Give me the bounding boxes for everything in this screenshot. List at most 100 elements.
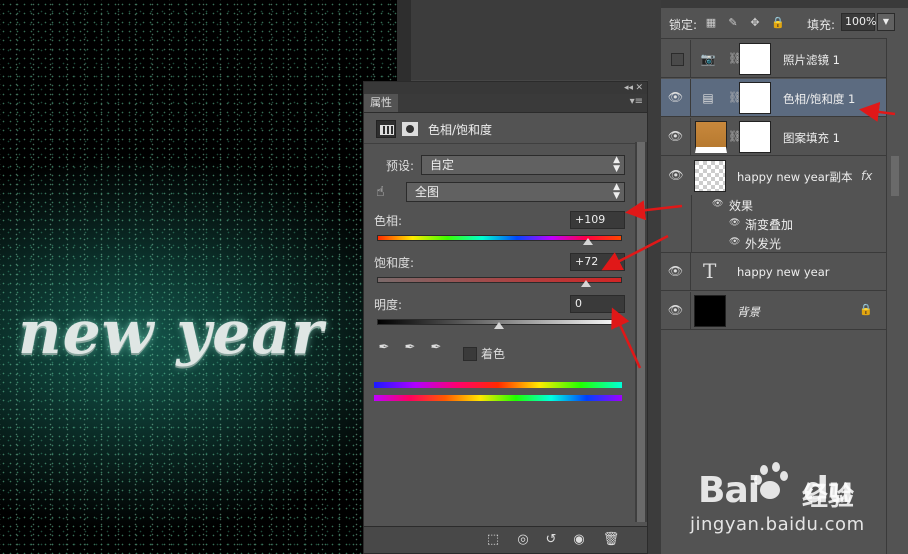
workspace-background (411, 0, 661, 80)
layer-name: 背景 (737, 305, 760, 319)
properties-panel: ◂◂ ✕ 属性 ▾≡ 色相/饱和度 预设: 自定 ▲ ▼ ☝ 全图 ▲ ▼ 色相: … (363, 81, 648, 554)
delete-icon[interactable]: 🗑 (602, 531, 620, 549)
paw-icon (754, 462, 788, 499)
fx-icon[interactable]: fx (861, 169, 872, 183)
preset-select-value: 自定 (430, 158, 455, 172)
properties-scrollbar[interactable] (635, 142, 647, 522)
hue-slider-thumb[interactable] (583, 238, 594, 245)
tab-properties[interactable]: 属性 (364, 94, 398, 112)
lightness-input[interactable]: 0 (570, 295, 625, 313)
layer-name: 图案填充 1 (783, 131, 840, 145)
layer-name: 色相/饱和度 1 (783, 92, 856, 106)
fill-input[interactable]: 100% (841, 13, 876, 31)
visibility-toggle[interactable]: 👁 (661, 253, 691, 290)
lock-paint-icon[interactable]: ✎ (727, 17, 739, 29)
eyedropper-plus-icon[interactable]: ✒ (402, 340, 418, 356)
output-color-bar (374, 395, 622, 401)
eye-icon: 👁 (667, 129, 684, 143)
visibility-toggle[interactable]: 👁 (661, 79, 691, 116)
layer-row[interactable]: 📷 ⛓ 照片滤镜 1 (661, 40, 887, 78)
panel-gutter (648, 0, 661, 554)
lock-transparent-icon[interactable]: ▦ (705, 17, 717, 29)
transparent-thumbnail (694, 160, 726, 192)
document-canvas[interactable]: new year (0, 0, 397, 554)
effects-label: 效果 (729, 199, 754, 213)
effect-item: 渐变叠加 (745, 218, 794, 232)
hue-input[interactable]: +109 (570, 211, 625, 229)
visibility-toggle[interactable]: 👁 (661, 157, 691, 195)
starfield-background (0, 0, 397, 554)
canvas-text-new-year: new year (18, 298, 324, 368)
eyedropper-icon[interactable]: ✒ (376, 340, 392, 356)
lock-label: 锁定: (669, 18, 698, 32)
panel-menu-icon[interactable]: ▾≡ (630, 96, 643, 107)
lock-row: 锁定: ▦ ✎ ✥ 🔒 填充: 100% ▼ (661, 8, 908, 39)
targeted-adjustment-hand-icon[interactable]: ☝ (376, 184, 385, 200)
preset-select[interactable]: 自定 ▲ ▼ (421, 155, 625, 175)
collapse-icon[interactable]: ◂◂ (624, 82, 633, 94)
divider (691, 195, 692, 253)
layer-row[interactable]: 👁 happy new year副本 fx 👁 效果 👁 渐变叠加 👁 外发光 (661, 157, 887, 253)
fill-dropdown-icon[interactable]: ▼ (877, 13, 895, 31)
layer-mask-thumbnail[interactable] (739, 82, 771, 114)
eye-icon[interactable]: 👁 (712, 199, 723, 209)
eyedropper-minus-icon[interactable]: ✒ (428, 340, 444, 356)
properties-footer: ⬚ ◎ ↺ ◉ 🗑 (364, 526, 647, 553)
saturation-slider-thumb[interactable] (580, 280, 591, 287)
layer-mask-thumbnail[interactable] (739, 121, 771, 153)
layer-mask-thumbnail[interactable] (739, 43, 771, 75)
visibility-toggle[interactable]: 👁 (661, 118, 691, 155)
layer-name: happy new year副本 (737, 170, 853, 184)
layer-row-selected[interactable]: 👁 ▤ ⛓ 色相/饱和度 1 (661, 79, 887, 117)
layer-name: happy new year (737, 265, 830, 279)
eye-icon: 👁 (667, 303, 684, 317)
layer-row[interactable]: 👁 T happy new year (661, 253, 887, 291)
eye-icon: 👁 (667, 90, 684, 104)
lock-position-icon[interactable]: ✥ (749, 17, 761, 29)
properties-header: 色相/饱和度 (364, 113, 647, 144)
photo-filter-icon: 📷 (700, 52, 716, 66)
watermark-url: jingyan.baidu.com (690, 514, 865, 535)
eye-icon: 👁 (667, 264, 684, 278)
mask-icon[interactable] (400, 120, 420, 138)
toggle-visibility-icon[interactable]: ◉ (570, 531, 588, 549)
reset-icon[interactable]: ↺ (542, 531, 560, 549)
close-icon[interactable]: ✕ (635, 82, 643, 94)
colorize-label: 着色 (481, 347, 506, 361)
effect-item: 外发光 (745, 237, 782, 251)
clip-to-layer-icon[interactable]: ⬚ (484, 531, 502, 549)
visibility-off-box (671, 53, 684, 66)
properties-tabbar: 属性 ▾≡ (364, 94, 647, 113)
watermark-brand: 经验 (802, 482, 855, 512)
background-thumbnail (694, 295, 726, 327)
eye-icon[interactable]: 👁 (729, 218, 740, 228)
channel-select-value: 全图 (415, 185, 440, 199)
select-arrows-icon: ▲ ▼ (613, 155, 620, 174)
layer-name: 照片滤镜 1 (783, 53, 840, 67)
layers-top-strip (661, 0, 908, 8)
layer-row[interactable]: 👁 ⛓ 图案填充 1 (661, 118, 887, 156)
select-arrows-icon: ▲ ▼ (613, 182, 620, 201)
saturation-label: 饱和度: (374, 256, 415, 270)
colorize-checkbox[interactable] (463, 347, 477, 361)
text-layer-icon: T (703, 259, 717, 283)
layer-row[interactable]: 👁 背景 🔒 (661, 292, 887, 330)
fill-label: 填充: (807, 18, 836, 32)
properties-title: 色相/饱和度 (428, 123, 493, 137)
saturation-input[interactable]: +72 (570, 253, 625, 271)
visibility-toggle[interactable]: 👁 (661, 292, 691, 329)
lock-all-icon[interactable]: 🔒 (771, 17, 785, 29)
channel-select[interactable]: 全图 ▲ ▼ (406, 182, 625, 202)
hue-saturation-icon[interactable] (376, 120, 396, 138)
baidu-jingyan-watermark: Bai du 经验 jingyan.baidu.com (680, 462, 900, 542)
lock-icon: 🔒 (859, 303, 873, 316)
view-previous-state-icon[interactable]: ◎ (514, 531, 532, 549)
hue-label: 色相: (374, 214, 403, 228)
eye-icon[interactable]: 👁 (729, 237, 740, 247)
visibility-toggle[interactable] (661, 40, 691, 77)
hue-saturation-layer-icon: ▤ (702, 91, 714, 105)
eye-icon: 👁 (668, 168, 684, 182)
pattern-thumbnail (695, 121, 727, 153)
lightness-label: 明度: (374, 298, 403, 312)
lightness-slider-thumb[interactable] (493, 322, 504, 329)
